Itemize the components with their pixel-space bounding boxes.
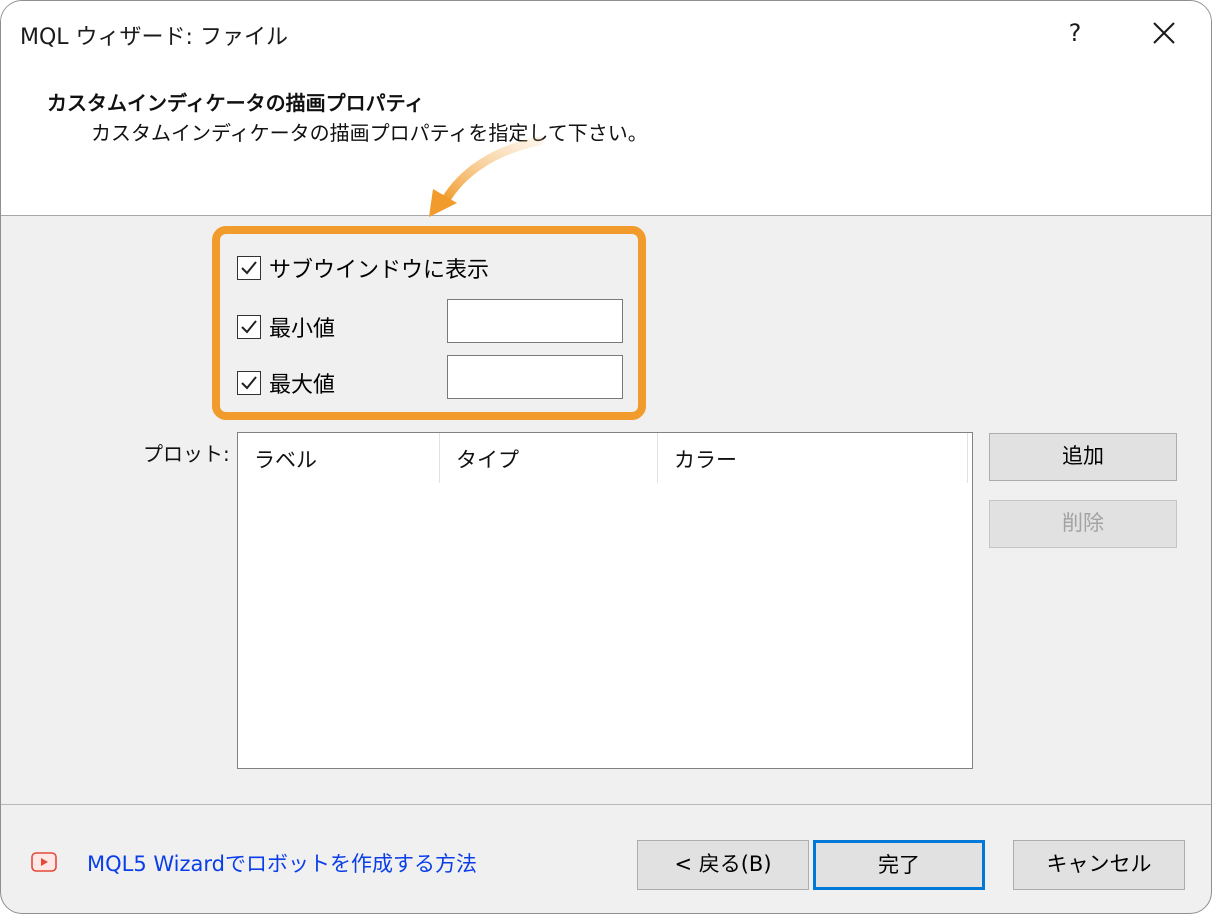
footer-divider xyxy=(1,804,1211,805)
video-play-icon xyxy=(31,852,57,872)
minimum-checkbox[interactable] xyxy=(237,315,261,339)
wizard-header: カスタムインディケータの描画プロパティ カスタムインディケータの描画プロパティを… xyxy=(1,65,1211,216)
page-subtitle: カスタムインディケータの描画プロパティを指定して下さい。 xyxy=(91,121,648,145)
checkmark-icon xyxy=(241,376,257,390)
help-button[interactable]: ? xyxy=(1055,13,1095,53)
checkmark-icon xyxy=(241,261,257,275)
window-title: MQL ウィザード: ファイル xyxy=(20,25,288,50)
minimum-input[interactable] xyxy=(447,299,623,343)
cancel-button[interactable]: キャンセル xyxy=(1013,840,1185,890)
maximum-checkbox-row[interactable]: 最大値 xyxy=(237,367,335,399)
minimum-checkbox-row[interactable]: 最小値 xyxy=(237,311,335,343)
subwindow-label: サブウインドウに表示 xyxy=(269,258,490,283)
maximum-label: 最大値 xyxy=(269,373,336,398)
close-icon xyxy=(1153,22,1175,44)
finish-button[interactable]: 完了 xyxy=(813,840,985,890)
add-button[interactable]: 追加 xyxy=(989,433,1177,481)
column-header-color[interactable]: カラー xyxy=(658,433,968,483)
maximum-input[interactable] xyxy=(447,355,623,399)
plot-label: プロット: xyxy=(143,442,230,466)
close-button[interactable] xyxy=(1143,13,1183,53)
subwindow-checkbox[interactable] xyxy=(237,256,261,280)
column-header-label[interactable]: ラベル xyxy=(238,433,440,483)
delete-button[interactable]: 削除 xyxy=(989,500,1177,548)
subwindow-checkbox-row[interactable]: サブウインドウに表示 xyxy=(237,252,489,284)
back-button[interactable]: < 戻る(B) xyxy=(637,840,809,890)
wizard-dialog: MQL ウィザード: ファイル ? カスタムインディケータの描画プロパティ カス… xyxy=(0,0,1212,914)
checkmark-icon xyxy=(241,320,257,334)
plot-list-header: ラベル タイプ カラー xyxy=(238,433,972,483)
column-header-type[interactable]: タイプ xyxy=(440,433,658,483)
minimum-label: 最小値 xyxy=(269,317,336,342)
page-title: カスタムインディケータの描画プロパティ xyxy=(47,91,425,115)
title-bar: MQL ウィザード: ファイル ? xyxy=(1,1,1211,65)
annotation-arrow-icon xyxy=(429,136,544,217)
maximum-checkbox[interactable] xyxy=(237,371,261,395)
plot-list[interactable]: ラベル タイプ カラー xyxy=(237,432,973,769)
wizard-help-link[interactable]: MQL5 Wizardでロボットを作成する方法 xyxy=(87,848,477,878)
